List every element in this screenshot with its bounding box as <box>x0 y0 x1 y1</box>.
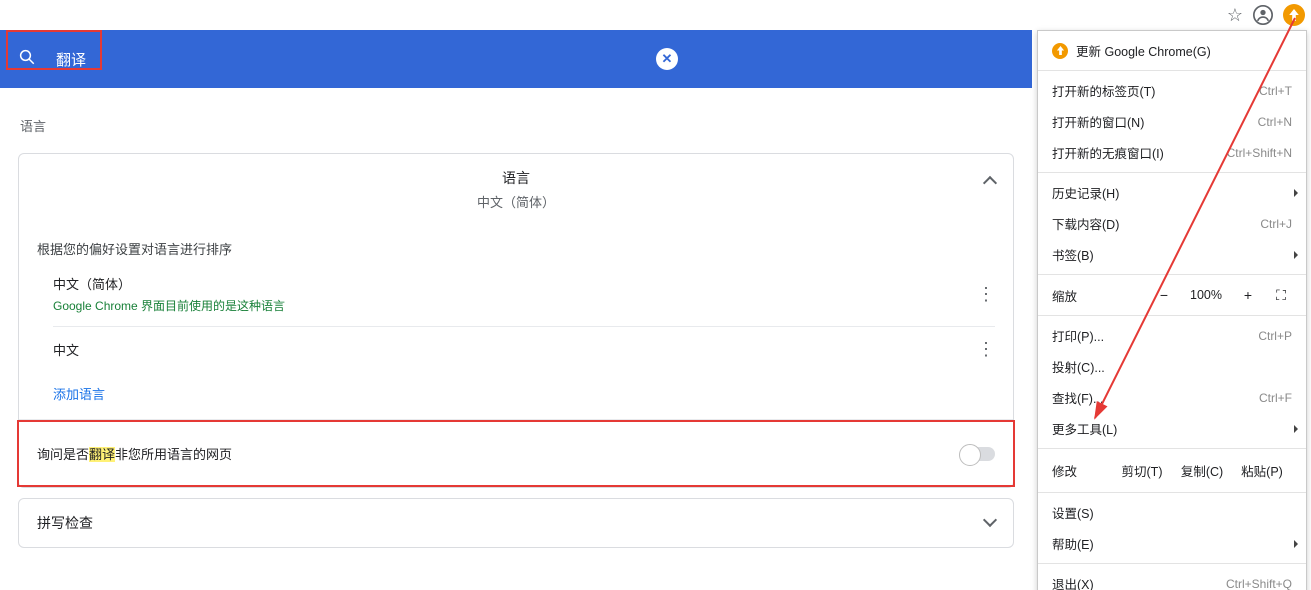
menu-item-label: 投射(C)... <box>1052 357 1292 376</box>
languages-current: 中文（简体） <box>477 192 555 211</box>
menu-item[interactable]: 设置(S) <box>1038 497 1306 528</box>
language-item-desc: Google Chrome 界面目前使用的是这种语言 <box>53 297 285 314</box>
menu-edit-label: 修改 <box>1052 461 1112 480</box>
profile-avatar-icon[interactable] <box>1253 5 1273 25</box>
translate-prompt-label: 询问是否翻译非您所用语言的网页 <box>37 444 232 463</box>
menu-item-label: 历史记录(H) <box>1052 183 1292 202</box>
language-item-name: 中文 <box>53 340 79 359</box>
menu-item-label: 打印(P)... <box>1052 326 1258 345</box>
menu-item[interactable]: 打开新的标签页(T)Ctrl+T <box>1038 75 1306 106</box>
zoom-percent: 100% <box>1186 288 1226 302</box>
language-item-more-icon[interactable]: ⋮ <box>977 339 995 360</box>
chevron-down-icon <box>985 515 995 531</box>
spellcheck-expand-row[interactable]: 拼写检查 <box>18 498 1014 548</box>
submenu-arrow-icon <box>1294 540 1298 548</box>
submenu-arrow-icon <box>1294 425 1298 433</box>
language-item: 中文（简体） Google Chrome 界面目前使用的是这种语言 ⋮ <box>53 262 995 327</box>
menu-item-shortcut: Ctrl+P <box>1258 329 1292 343</box>
menu-paste[interactable]: 粘贴(P) <box>1232 457 1292 484</box>
menu-item[interactable]: 帮助(E) <box>1038 528 1306 559</box>
settings-search-header: 翻译 ✕ <box>0 30 1032 88</box>
translate-prompt-row[interactable]: 询问是否翻译非您所用语言的网页 <box>19 419 1013 487</box>
spellcheck-label: 拼写检查 <box>37 513 93 533</box>
menu-item-label: 打开新的标签页(T) <box>1052 81 1259 100</box>
language-item-more-icon[interactable]: ⋮ <box>977 284 995 305</box>
language-item-name: 中文（简体） <box>53 274 285 293</box>
languages-card: 语言 中文（简体） 根据您的偏好设置对语言进行排序 中文（简体） Google C… <box>18 153 1014 488</box>
submenu-arrow-icon <box>1294 189 1298 197</box>
bookmark-star-icon[interactable]: ☆ <box>1227 5 1243 26</box>
menu-edit-row: 修改 剪切(T) 复制(C) 粘贴(P) <box>1038 453 1306 488</box>
menu-item-label: 书签(B) <box>1052 245 1292 264</box>
menu-exit[interactable]: 退出(X) Ctrl+Shift+Q <box>1038 568 1306 590</box>
languages-heading: 语言 <box>502 168 530 188</box>
menu-item[interactable]: 打开新的窗口(N)Ctrl+N <box>1038 106 1306 137</box>
language-item: 中文 ⋮ <box>53 327 995 372</box>
menu-item-shortcut: Ctrl+N <box>1258 115 1292 129</box>
search-icon <box>18 48 36 71</box>
menu-item[interactable]: 下载内容(D)Ctrl+J <box>1038 208 1306 239</box>
menu-item-label: 下载内容(D) <box>1052 214 1260 233</box>
languages-sort-note: 根据您的偏好设置对语言进行排序 <box>37 239 232 258</box>
submenu-arrow-icon <box>1294 251 1298 259</box>
menu-item[interactable]: 投射(C)... <box>1038 351 1306 382</box>
zoom-in-button[interactable]: + <box>1236 283 1260 307</box>
menu-item[interactable]: 更多工具(L) <box>1038 413 1306 444</box>
menu-item-shortcut: Ctrl+T <box>1259 84 1292 98</box>
menu-update-chrome[interactable]: 更新 Google Chrome(G) <box>1038 35 1306 66</box>
menu-copy[interactable]: 复制(C) <box>1172 457 1232 484</box>
menu-item-label: 打开新的无痕窗口(I) <box>1052 143 1227 162</box>
menu-zoom-row: 缩放 − 100% + ⛶ <box>1038 279 1306 311</box>
menu-item[interactable]: 历史记录(H) <box>1038 177 1306 208</box>
add-language-link[interactable]: 添加语言 <box>53 372 1013 419</box>
menu-item[interactable]: 查找(F)...Ctrl+F <box>1038 382 1306 413</box>
update-arrow-icon <box>1052 43 1068 59</box>
menu-item-label: 设置(S) <box>1052 503 1292 522</box>
menu-item-label: 帮助(E) <box>1052 534 1292 553</box>
chrome-main-menu: 更新 Google Chrome(G) 打开新的标签页(T)Ctrl+T打开新的… <box>1037 30 1307 590</box>
zoom-out-button[interactable]: − <box>1152 283 1176 307</box>
menu-item[interactable]: 书签(B) <box>1038 239 1306 270</box>
fullscreen-button[interactable]: ⛶ <box>1270 286 1292 304</box>
languages-expand-header[interactable]: 语言 中文（简体） <box>19 154 1013 225</box>
section-title-language: 语言 <box>0 88 1032 141</box>
languages-sort-note-row: 根据您的偏好设置对语言进行排序 <box>19 225 1013 262</box>
menu-item-shortcut: Ctrl+J <box>1260 217 1292 231</box>
menu-zoom-label: 缩放 <box>1052 286 1142 305</box>
search-input[interactable]: 翻译 <box>56 49 86 70</box>
chrome-menu-button[interactable] <box>1283 4 1305 26</box>
menu-cut[interactable]: 剪切(T) <box>1112 457 1172 484</box>
menu-item-shortcut: Ctrl+Shift+N <box>1227 146 1292 160</box>
translate-toggle[interactable] <box>961 447 995 461</box>
chevron-up-icon <box>985 176 995 191</box>
clear-search-button[interactable]: ✕ <box>656 48 678 70</box>
menu-item-shortcut: Ctrl+F <box>1259 391 1292 405</box>
menu-item[interactable]: 打开新的无痕窗口(I)Ctrl+Shift+N <box>1038 137 1306 168</box>
menu-item[interactable]: 打印(P)...Ctrl+P <box>1038 320 1306 351</box>
menu-item-label: 打开新的窗口(N) <box>1052 112 1258 131</box>
menu-item-label: 更多工具(L) <box>1052 419 1292 438</box>
menu-item-label: 查找(F)... <box>1052 388 1259 407</box>
